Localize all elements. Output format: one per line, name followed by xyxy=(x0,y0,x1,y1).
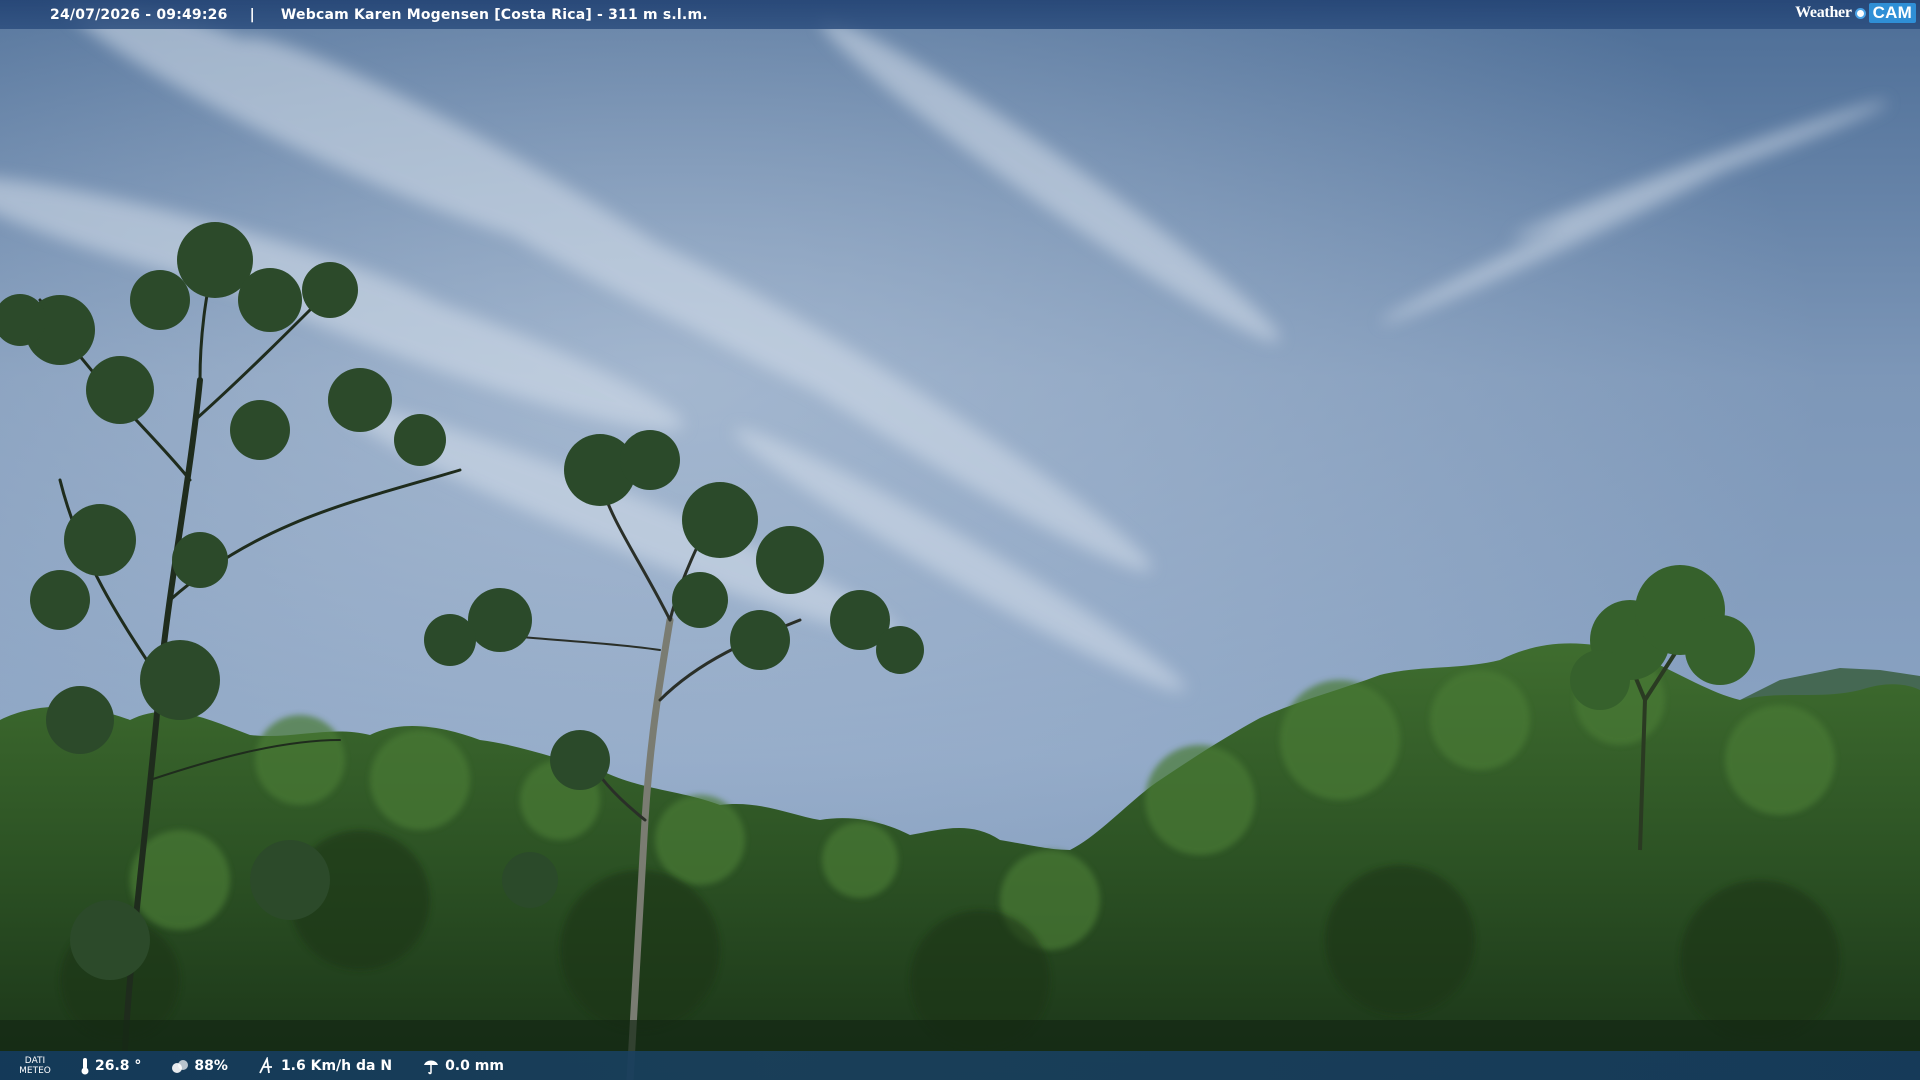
logo-weather-text: Weather xyxy=(1795,4,1852,21)
thermometer-icon xyxy=(81,1057,89,1074)
rain-stat: 0.0 mm xyxy=(422,1057,504,1075)
rain-icon xyxy=(424,1060,439,1074)
timestamp: 24/07/2026 - 09:49:26 xyxy=(50,6,228,23)
temperature-stat: 26.8 ° xyxy=(80,1057,141,1075)
webcam-header-bar: 24/07/2026 - 09:49:26 | Webcam Karen Mog… xyxy=(0,0,1920,29)
dati-meteo-label: DATI METEO xyxy=(0,1056,70,1076)
humidity-icon xyxy=(172,1059,189,1073)
separator: | xyxy=(249,6,255,23)
wind-value: 1.6 Km/h da N xyxy=(280,1057,393,1074)
humidity-stat: 88% xyxy=(171,1057,228,1075)
weather-data-bar: DATI METEO 26.8 ° 88% 1.6 Km/h da N 0.0 … xyxy=(0,1051,1920,1080)
landscape-illustration xyxy=(0,0,1920,1080)
webcam-title: Webcam Karen Mogensen [Costa Rica] - 311… xyxy=(280,6,708,23)
logo-dot-icon xyxy=(1854,7,1866,19)
humidity-value: 88% xyxy=(194,1057,228,1074)
temperature-value: 26.8 ° xyxy=(95,1057,142,1074)
dati-label-line2: METEO xyxy=(19,1065,51,1076)
wind-stat: 1.6 Km/h da N xyxy=(258,1056,393,1075)
dati-label-line1: DATI xyxy=(24,1055,46,1066)
webcam-image xyxy=(0,0,1920,1080)
logo-cam-text: CAM xyxy=(1868,3,1916,23)
wind-icon xyxy=(259,1056,272,1073)
weathercam-logo: Weather CAM xyxy=(1795,3,1916,23)
rain-value: 0.0 mm xyxy=(445,1057,504,1074)
